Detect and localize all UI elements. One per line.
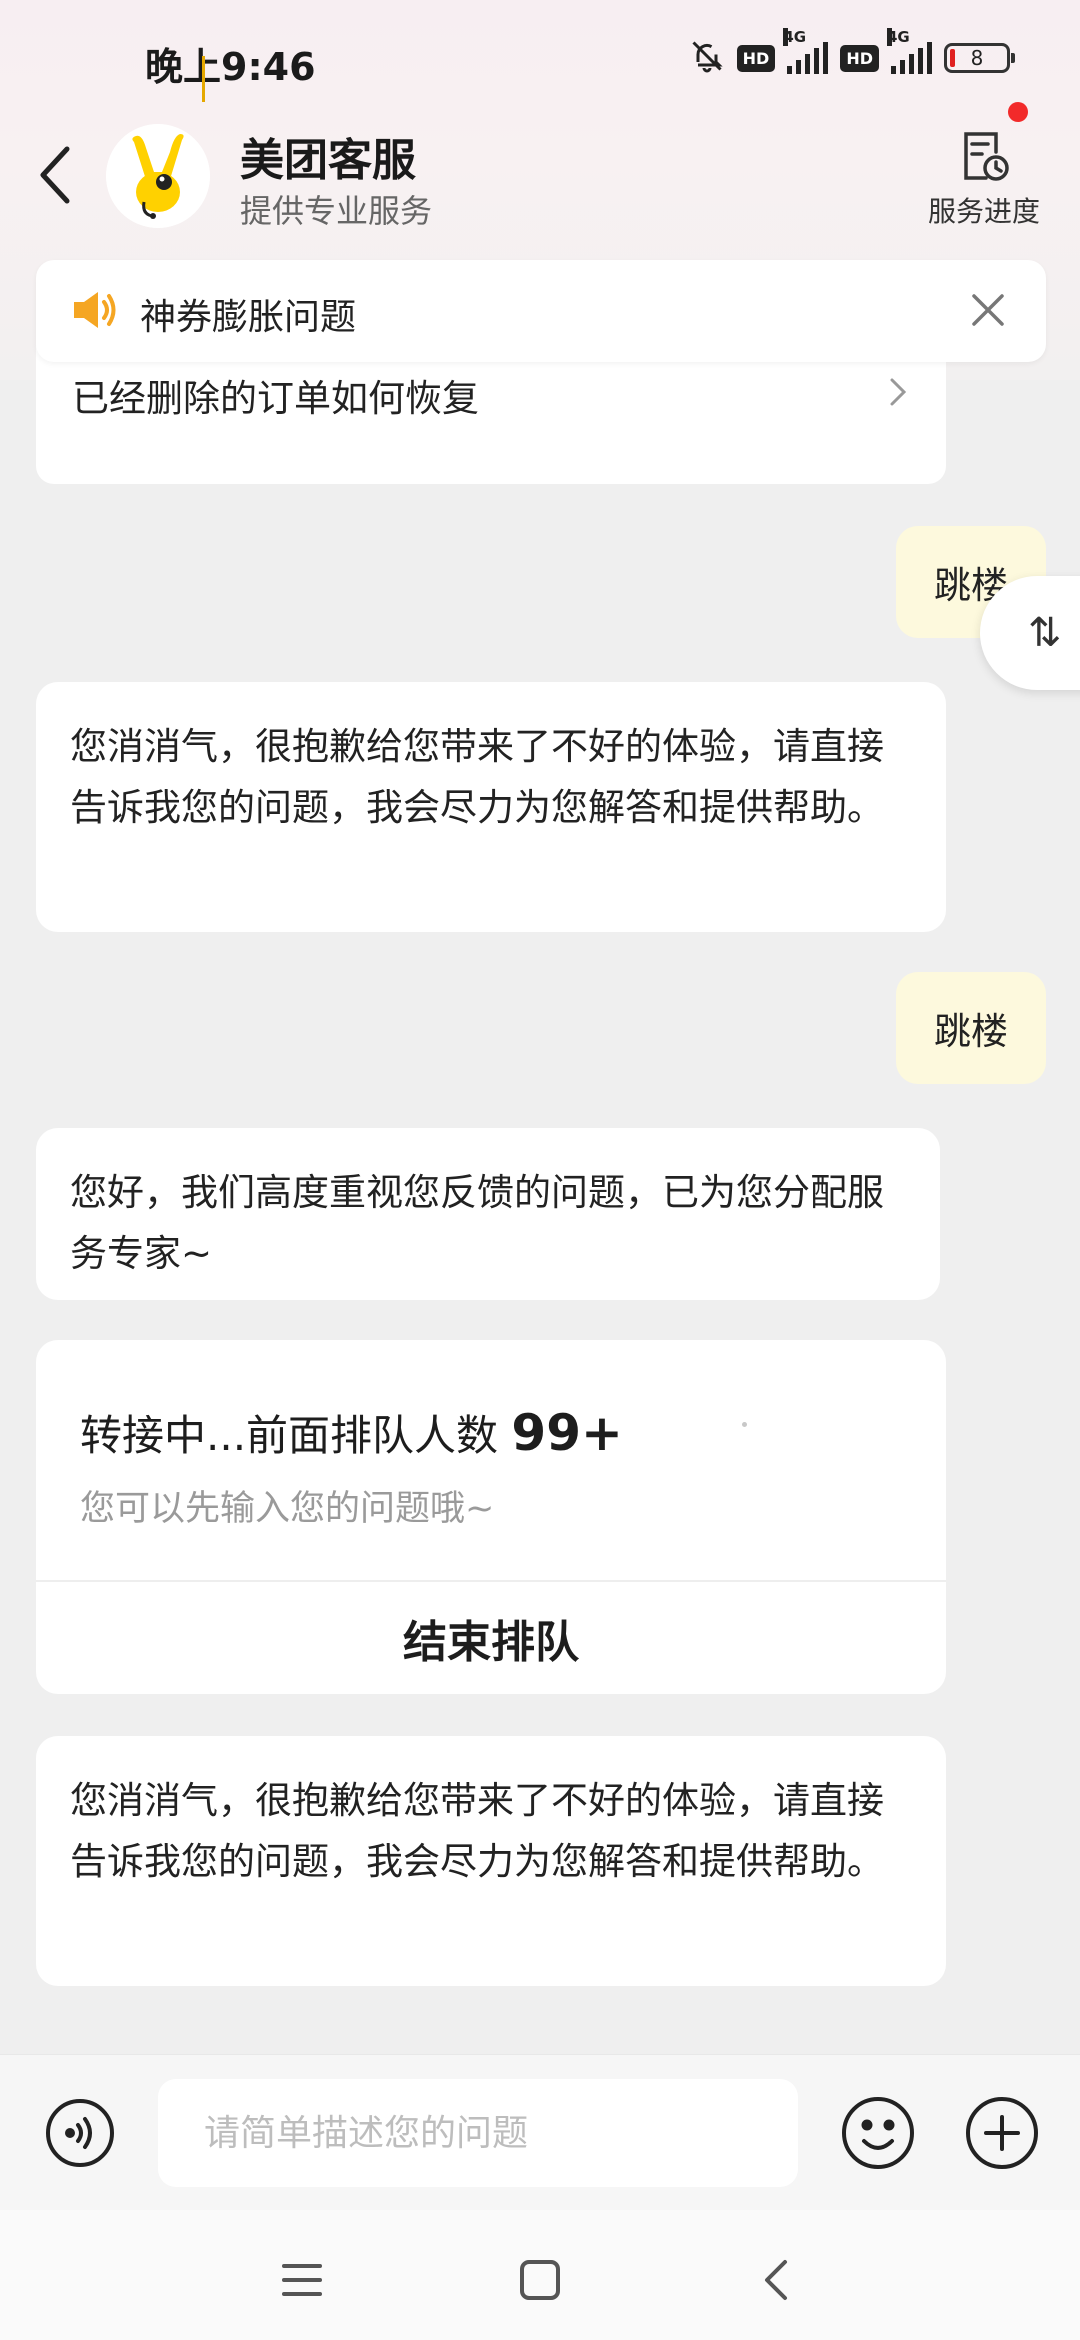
queue-status-text: 转接中...前面排队人数: [80, 1411, 512, 1460]
back-arrow-icon: [40, 146, 70, 204]
status-time: 晚上9:46: [145, 45, 316, 89]
bot-message: 您消消气，很抱歉给您带来了不好的体验，请直接告诉我您的问题，我会尽力为您解答和提…: [36, 1736, 946, 1986]
service-progress-button[interactable]: 服务进度: [916, 128, 1052, 238]
network-type-label: 4G: [783, 28, 807, 46]
avatar[interactable]: [106, 124, 210, 228]
signal-icon: 4G: [887, 28, 932, 74]
queue-count: 99+: [511, 1404, 623, 1462]
end-queue-button[interactable]: 结束排队: [36, 1582, 946, 1694]
loading-dot: [742, 1422, 747, 1427]
input-bar: [0, 2054, 1080, 2210]
emoji-button[interactable]: [840, 2095, 916, 2171]
home-square-icon: [520, 2260, 560, 2300]
system-nav-bar: [0, 2210, 1080, 2340]
notification-dot: [1008, 102, 1028, 122]
close-icon[interactable]: [968, 290, 1008, 334]
mascot-logo-icon: [106, 124, 210, 228]
back-nav-button[interactable]: [746, 2250, 806, 2310]
page-subtitle: 提供专业服务: [240, 192, 433, 230]
mute-icon: [689, 38, 725, 78]
swap-vertical-icon: ⇅: [1028, 610, 1062, 656]
home-nav-button[interactable]: [510, 2250, 570, 2310]
status-icons: HD 4G HD 4G 8: [689, 28, 1015, 78]
notice-banner[interactable]: 神券膨胀问题: [36, 260, 1046, 362]
queue-card: 转接中...前面排队人数 99+ 您可以先输入您的问题哦~ 结束排队: [36, 1340, 946, 1694]
plus-icon: [966, 2097, 1038, 2169]
battery-level: 8: [970, 46, 984, 70]
notice-text: 神券膨胀问题: [140, 297, 357, 338]
voice-input-button[interactable]: [44, 2097, 116, 2169]
bot-message: 您消消气，很抱歉给您带来了不好的体验，请直接告诉我您的问题，我会尽力为您解答和提…: [36, 682, 946, 932]
hd-badge: HD: [840, 44, 879, 72]
message-input[interactable]: [158, 2079, 798, 2187]
page-title: 美团客服: [240, 135, 416, 186]
back-triangle-icon: [765, 2260, 787, 2300]
text-cursor: [202, 56, 205, 102]
document-clock-icon: [964, 132, 1009, 181]
signal-icon: 4G: [783, 28, 829, 74]
user-message: 跳楼: [896, 972, 1046, 1084]
queue-status: 转接中...前面排队人数 99+: [80, 1402, 623, 1463]
service-progress-label: 服务进度: [927, 195, 1040, 228]
speaker-icon: [70, 288, 120, 336]
status-bar: 晚上9:46 HD 4G HD 4G 8: [0, 0, 1080, 100]
voice-icon: [46, 2099, 114, 2167]
scroll-toggle-button[interactable]: ⇅: [980, 576, 1080, 690]
menu-icon: [282, 2264, 322, 2296]
battery-icon: 8: [944, 43, 1015, 73]
network-type-label: 4G: [887, 28, 910, 46]
bot-message: 您好，我们高度重视您反馈的问题，已为您分配服务专家~: [36, 1128, 940, 1300]
queue-hint: 您可以先输入您的问题哦~: [80, 1489, 495, 1529]
chevron-right-icon: [888, 376, 908, 412]
faq-item-deleted-order[interactable]: 已经删除的订单如何恢复: [72, 368, 479, 422]
hd-badge: HD: [736, 44, 776, 72]
back-button[interactable]: [30, 140, 80, 210]
smiley-icon: [842, 2097, 914, 2169]
more-actions-button[interactable]: [964, 2095, 1040, 2171]
menu-nav-button[interactable]: [272, 2250, 332, 2310]
